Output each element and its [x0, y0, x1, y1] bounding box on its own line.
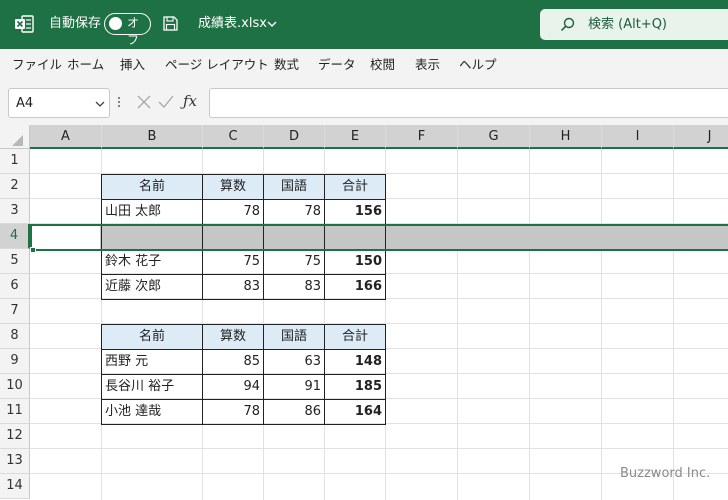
- menu-data[interactable]: データ: [318, 56, 356, 74]
- table2-cell-total[interactable]: 164: [324, 399, 386, 425]
- row-header-1[interactable]: 1: [0, 149, 30, 174]
- cancel-icon[interactable]: [137, 95, 151, 109]
- autosave-label: 自動保存: [49, 16, 102, 31]
- gridline: [30, 448, 728, 449]
- row-header-5[interactable]: 5: [0, 249, 30, 274]
- menu-view[interactable]: 表示: [415, 56, 440, 74]
- select-all-triangle-icon: [12, 135, 23, 146]
- column-header-i[interactable]: I: [602, 125, 674, 149]
- table1-cell-total[interactable]: 156: [324, 199, 386, 225]
- row-header-12[interactable]: 12: [0, 424, 30, 449]
- column-header-f[interactable]: F: [386, 125, 458, 149]
- name-box-value: A4: [16, 96, 34, 111]
- search-icon: [560, 17, 575, 32]
- row-header-8[interactable]: 8: [0, 324, 30, 349]
- row-header-11[interactable]: 11: [0, 399, 30, 424]
- fill-handle[interactable]: [30, 247, 36, 253]
- toggle-knob: [109, 17, 122, 30]
- chevron-down-icon[interactable]: [95, 100, 105, 108]
- insert-function-icon[interactable]: ƒx: [183, 90, 197, 112]
- menu-bar: ファイル ホーム 挿入 ページ レイアウト 数式 データ 校閲 表示 ヘルプ: [0, 49, 728, 81]
- column-header-j[interactable]: J: [674, 125, 728, 149]
- menu-insert[interactable]: 挿入: [120, 56, 145, 74]
- table1-cell-japanese[interactable]: 83: [263, 274, 325, 300]
- row-header-4[interactable]: 4: [0, 224, 30, 249]
- title-bar: 自動保存 オフ 成績表.xlsx 検索 (Alt+Q): [0, 0, 728, 49]
- selection-border: [30, 224, 728, 251]
- table2-header-name[interactable]: 名前: [101, 324, 203, 350]
- chevron-down-icon[interactable]: [267, 20, 277, 28]
- table2-cell-total[interactable]: 185: [324, 374, 386, 400]
- search-box[interactable]: 検索 (Alt+Q): [540, 9, 728, 40]
- formula-input[interactable]: [209, 88, 728, 118]
- menu-home[interactable]: ホーム: [67, 56, 104, 74]
- table1-cell-total[interactable]: 150: [324, 249, 386, 275]
- row-header-7[interactable]: 7: [0, 299, 30, 324]
- column-header-h[interactable]: H: [530, 125, 602, 149]
- table2-header-total[interactable]: 合計: [324, 324, 386, 350]
- search-placeholder: 検索 (Alt+Q): [588, 17, 668, 32]
- table2-cell-math[interactable]: 94: [202, 374, 264, 400]
- menu-help[interactable]: ヘルプ: [459, 56, 497, 74]
- table1-header-japanese[interactable]: 国語: [263, 174, 325, 200]
- column-header-a[interactable]: A: [30, 125, 102, 149]
- table2-header-math[interactable]: 算数: [202, 324, 264, 350]
- save-icon[interactable]: [163, 16, 178, 31]
- table1-header-total[interactable]: 合計: [324, 174, 386, 200]
- table2-cell-name[interactable]: 小池 達哉: [101, 399, 203, 425]
- table1-cell-name[interactable]: 山田 太郎: [101, 199, 203, 225]
- formula-bar: A4 ƒx: [0, 81, 728, 125]
- watermark: Buzzword Inc.: [620, 466, 711, 481]
- table2-cell-japanese[interactable]: 91: [263, 374, 325, 400]
- autosave-toggle[interactable]: オフ: [104, 13, 151, 47]
- table1-cell-total[interactable]: 166: [324, 274, 386, 300]
- row-header-13[interactable]: 13: [0, 449, 30, 474]
- table2-cell-math[interactable]: 85: [202, 349, 264, 375]
- row-header-3[interactable]: 3: [0, 199, 30, 224]
- check-icon[interactable]: [158, 95, 174, 109]
- select-all-button[interactable]: [0, 125, 30, 149]
- row-header-2[interactable]: 2: [0, 174, 30, 199]
- menu-page-layout[interactable]: ページ レイアウト: [165, 56, 269, 74]
- menu-formulas[interactable]: 数式: [274, 56, 299, 74]
- column-header-b[interactable]: B: [102, 125, 203, 149]
- table1-cell-math[interactable]: 75: [202, 249, 264, 275]
- table2-cell-japanese[interactable]: 86: [263, 399, 325, 425]
- name-box[interactable]: A4: [8, 88, 110, 118]
- column-header-d[interactable]: D: [264, 125, 325, 149]
- table1-cell-math[interactable]: 78: [202, 199, 264, 225]
- autosave-state: オフ: [127, 16, 140, 47]
- table1-cell-japanese[interactable]: 78: [263, 199, 325, 225]
- table1-cell-japanese[interactable]: 75: [263, 249, 325, 275]
- menu-file[interactable]: ファイル: [12, 56, 62, 74]
- menu-review[interactable]: 校閲: [370, 56, 395, 74]
- row-header-14[interactable]: 14: [0, 474, 30, 499]
- column-header-g[interactable]: G: [458, 125, 530, 149]
- table1-cell-math[interactable]: 83: [202, 274, 264, 300]
- table2-cell-name[interactable]: 長谷川 裕子: [101, 374, 203, 400]
- column-header-c[interactable]: C: [203, 125, 264, 149]
- table1-header-math[interactable]: 算数: [202, 174, 264, 200]
- table1-cell-name[interactable]: 鈴木 花子: [101, 249, 203, 275]
- column-header-e[interactable]: E: [325, 125, 386, 149]
- table2-cell-math[interactable]: 78: [202, 399, 264, 425]
- spreadsheet-grid[interactable]: A B C D E F G H I J 1 2 3 4 5 6 7 8 9 10…: [0, 125, 728, 500]
- more-vertical-icon[interactable]: [117, 95, 121, 109]
- table2-cell-total[interactable]: 148: [324, 349, 386, 375]
- table2-cell-name[interactable]: 西野 元: [101, 349, 203, 375]
- row-header-6[interactable]: 6: [0, 274, 30, 299]
- table1-header-name[interactable]: 名前: [101, 174, 203, 200]
- row-header-9[interactable]: 9: [0, 349, 30, 374]
- excel-icon[interactable]: [14, 14, 34, 34]
- table2-cell-japanese[interactable]: 63: [263, 349, 325, 375]
- table1-cell-name[interactable]: 近藤 次郎: [101, 274, 203, 300]
- row-header-10[interactable]: 10: [0, 374, 30, 399]
- table2-header-japanese[interactable]: 国語: [263, 324, 325, 350]
- file-name[interactable]: 成績表.xlsx: [198, 15, 267, 33]
